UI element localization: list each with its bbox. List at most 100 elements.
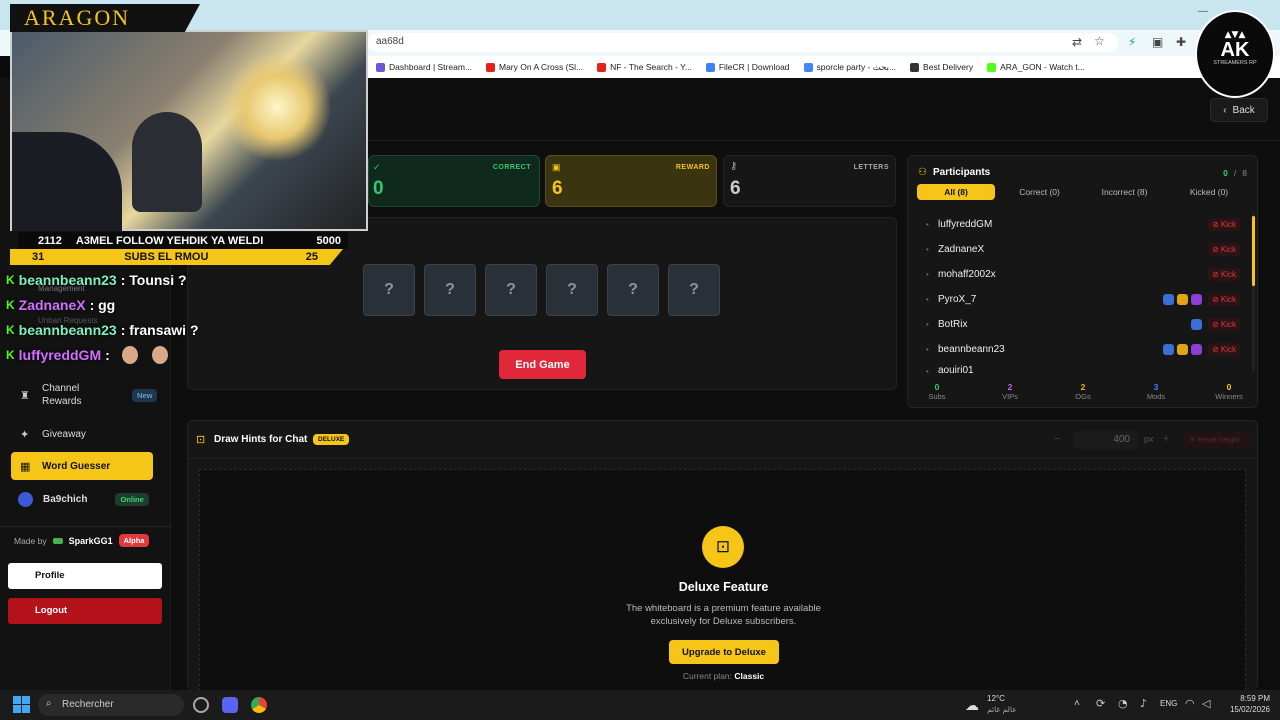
role-badge-icon <box>1191 294 1203 305</box>
participant-row: mohaff2002x ⊘Kick <box>908 262 1250 287</box>
participant-name: aouiri01 <box>938 365 974 376</box>
reset-label: Reset height <box>1197 435 1240 444</box>
bookmark-item[interactable]: Dashboard | Stream... <box>376 62 472 72</box>
bookmark-item[interactable]: Best Delivery <box>910 62 973 72</box>
kick-button[interactable]: ⊘ Kick <box>1208 218 1240 231</box>
scrollbar[interactable] <box>1252 212 1255 372</box>
deluxe-feature-desc-1: The whiteboard is a premium feature avai… <box>626 603 821 614</box>
scrollbar-thumb[interactable] <box>1252 216 1255 286</box>
taskbar-search[interactable]: ⌕ Rechercher <box>38 694 184 716</box>
chrome-icon[interactable] <box>251 697 267 713</box>
subs-goal-text: SUBS EL RMOU <box>124 251 209 263</box>
sidebar-item-word-guesser[interactable]: ▦ Word Guesser <box>11 452 153 480</box>
chat-username: beannbeann23 <box>18 271 117 288</box>
kick-label: Kick <box>1220 320 1236 329</box>
sidebar-item-label: Word Guesser <box>42 460 111 472</box>
bookmark-item[interactable]: FileCR | Download <box>705 62 790 72</box>
ban-icon: ⊘ <box>1212 320 1219 329</box>
kick-button[interactable]: ⊘ Kick <box>1208 268 1240 281</box>
network-icon[interactable]: ◔ <box>1118 697 1128 710</box>
profile-button[interactable]: Profile <box>8 563 162 589</box>
minimize-icon[interactable]: — <box>1198 6 1208 17</box>
translate-icon[interactable]: ⇄ <box>1072 35 1082 49</box>
height-input[interactable]: 400 <box>1074 431 1138 449</box>
bookmark-item[interactable]: sporcle party - بحث... <box>803 62 896 73</box>
summary-stat: 2 VIPs <box>985 382 1035 401</box>
decrease-height-button[interactable]: − <box>1054 433 1060 445</box>
chat-username: beannbeann23 <box>18 321 117 338</box>
participant-row: beannbeann23 ⊘Kick <box>908 337 1250 362</box>
kick-button[interactable]: ⊘ Kick <box>1208 293 1240 306</box>
hints-card: ⊡ Draw Hints for Chat DELUXE − 400 px + … <box>187 420 1259 691</box>
kick-logo-icon: K <box>6 272 15 287</box>
subs-goal-current: 31 <box>32 251 45 263</box>
reset-height-button[interactable]: ✕ Reset height <box>1183 431 1250 449</box>
participants-tab[interactable]: Correct (0) <box>999 184 1080 200</box>
participants-tab[interactable]: All (8) <box>917 184 996 200</box>
increase-height-button[interactable]: + <box>1163 433 1169 445</box>
alpha-badge: Alpha <box>118 534 150 547</box>
participant-name: PyroX_7 <box>938 294 977 305</box>
chevron-up-icon[interactable]: ˄ <box>1074 698 1080 709</box>
mic-icon[interactable]: ♪ <box>1140 697 1147 710</box>
ban-icon: ⊘ <box>1212 245 1219 254</box>
screenshot-icon[interactable]: ▣ <box>1152 35 1163 49</box>
participants-panel: ⚇ Participants 0 / 8 All (8) Correct (0) I… <box>907 155 1258 408</box>
participant-name: BotRix <box>938 319 968 330</box>
taskbar: ⌕ Rechercher ☁ 12°C عالم غائم ˄ ⟳ ◔ ♪ EN… <box>0 690 1280 720</box>
plan-name: Classic <box>734 671 765 681</box>
bookmark-star-icon[interactable]: ☆ <box>1094 34 1105 48</box>
participants-tab[interactable]: Incorrect (8) <box>1084 184 1165 200</box>
author-name[interactable]: SparkGG1 <box>69 536 113 546</box>
made-by-label: Made by <box>14 535 47 546</box>
bookmark-item[interactable]: NF - The Search - Y... <box>597 62 692 72</box>
summary-value: 2 <box>1007 382 1013 392</box>
kick-logo-icon: K <box>6 322 15 337</box>
kick-button[interactable]: ⊘ Kick <box>1208 343 1240 356</box>
follow-goal-text: A3MEL FOLLOW YEHDIK YA WELDI <box>75 234 264 247</box>
kick-button[interactable]: ⊘ Kick <box>1208 243 1240 256</box>
clock-time[interactable]: 8:59 PM <box>1222 694 1270 703</box>
participants-summary: 0 Subs 2 VIPs 2 OGs 3 Mods 0 Winners <box>912 382 1254 401</box>
address-bar[interactable]: aa68d <box>368 33 1118 52</box>
letter-tile: ? <box>546 264 598 316</box>
wifi-icon[interactable]: ◠ <box>1185 697 1195 710</box>
sidebar-item-channel-rewards[interactable]: ♜ Channel Rewards New <box>0 380 170 410</box>
sidebar-item-giveaway[interactable]: ✦ Giveaway <box>0 418 170 450</box>
bookmark-item[interactable]: ARA_GON - Watch t... <box>987 62 1085 72</box>
app-icon-1[interactable] <box>193 697 209 713</box>
kick-button[interactable]: ⊘ Kick <box>1208 318 1240 331</box>
end-game-button[interactable]: End Game <box>499 350 586 379</box>
ban-icon: ⊘ <box>1212 345 1219 354</box>
participants-list[interactable]: luffyreddGM⊘KickZadnaneX⊘Kickmohaff2002x… <box>908 212 1250 378</box>
chevron-left-icon: ‹ <box>1223 104 1227 116</box>
gift-icon: ✦ <box>20 427 30 441</box>
follow-goal-bar: 2112 A3MEL FOLLOW YEHDIK YA WELDI 5000 <box>18 232 348 249</box>
whiteboard-area: ⊡ Deluxe Feature The whiteboard is a pre… <box>199 469 1246 691</box>
sidebar-item-ba9chich[interactable]: Ba9chich Online <box>0 483 170 515</box>
back-label: Back <box>1232 104 1255 116</box>
participants-tab[interactable]: Kicked (0) <box>1169 184 1249 200</box>
letter-tile: ? <box>485 264 537 316</box>
volume-icon[interactable]: ◁ <box>1202 697 1210 710</box>
language[interactable]: ENG <box>1160 699 1177 708</box>
extension-icon[interactable]: ⚡ <box>1128 35 1136 49</box>
discord-icon[interactable] <box>222 697 238 713</box>
back-button[interactable]: ‹ Back <box>1210 98 1268 122</box>
participant-row: ZadnaneX ⊘Kick <box>908 237 1250 262</box>
participant-actions: ⊘ Kick <box>1188 318 1240 331</box>
chat-message: Kbeannbeann23: Tounsi ? <box>0 267 365 292</box>
sync-icon[interactable]: ⟳ <box>1096 697 1105 710</box>
bookmark-item[interactable]: Mary On A Cross (Sl... <box>486 62 583 72</box>
participant-name: beannbeann23 <box>938 344 1005 355</box>
upgrade-button[interactable]: Upgrade to Deluxe <box>669 640 779 664</box>
total-count: 8 <box>1242 168 1247 178</box>
kick-logo-icon: K <box>6 297 15 312</box>
clock-date[interactable]: 15/02/2026 <box>1222 705 1270 714</box>
count-separator: / <box>1233 168 1237 178</box>
logout-button[interactable]: Logout <box>8 598 162 624</box>
puzzle-extensions-icon[interactable]: ✚ <box>1176 35 1186 49</box>
letters-stat-card: LETTERS ⚷ 6 <box>723 155 896 207</box>
windows-start-icon[interactable] <box>13 696 30 713</box>
summary-stat: 2 OGs <box>1058 382 1108 401</box>
